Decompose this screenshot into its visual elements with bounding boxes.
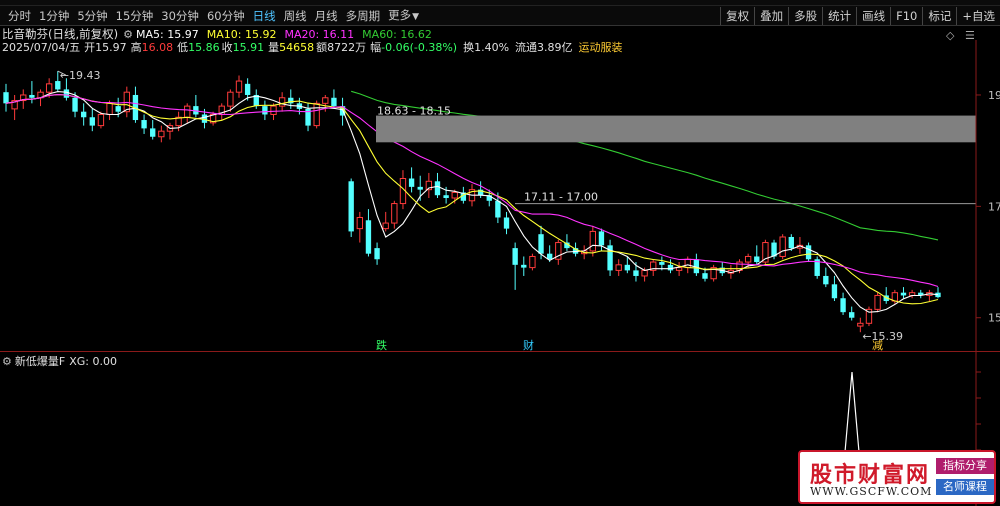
candle-body <box>244 83 251 95</box>
candle-body <box>227 91 234 107</box>
candle-body <box>72 97 78 112</box>
candle-body <box>365 220 372 254</box>
candle-body <box>788 236 794 249</box>
candle-body <box>184 105 191 118</box>
candle-body <box>823 275 829 285</box>
candle-body <box>80 111 87 118</box>
resistance-box <box>376 115 976 143</box>
candle-body <box>374 248 380 260</box>
indicator-value: XG: 0.00 <box>69 354 117 368</box>
logo-tag-course: 名师课程 <box>936 479 994 495</box>
price-tick-label: 17 <box>988 200 1000 213</box>
price-axis-layer: 19 17 15 <box>975 40 1000 506</box>
candle-body <box>278 97 286 107</box>
candle-body <box>97 113 105 127</box>
event-mark-die: 跌 <box>376 338 387 352</box>
candle-body <box>150 128 156 137</box>
price-tick-label: 19 <box>988 89 1000 102</box>
candle-body <box>512 248 518 265</box>
candle-body <box>598 231 605 246</box>
candle-body <box>667 264 674 271</box>
watermark-logo: 股市财富网 WWW.GSCFW.COM 指标分享 名师课程 <box>798 450 996 504</box>
candle-body <box>443 195 449 198</box>
candle-body <box>633 270 639 276</box>
candle-body <box>322 97 329 104</box>
box1-label: 18.63 - 18.15 <box>377 105 451 118</box>
price-tick-label: 15 <box>988 312 1000 325</box>
candle-body <box>624 264 631 271</box>
candle-body <box>63 89 70 98</box>
candle-body <box>408 178 415 187</box>
indicator-label: 新低爆量F <box>14 355 66 368</box>
candle-body <box>270 105 277 115</box>
box2-label: 17.11 - 17.00 <box>524 191 598 204</box>
candle-body <box>158 130 165 138</box>
high-mark-label: ←19.43 <box>60 69 101 82</box>
candle-body <box>106 102 113 115</box>
candle-body <box>262 106 268 115</box>
candle-body <box>417 186 423 190</box>
candle-body <box>874 294 881 310</box>
pane-divider[interactable] <box>0 351 1000 352</box>
candles-layer <box>3 71 941 333</box>
indicator-title-bar: ⚙ 新低爆量F XG: 0.00 <box>2 354 117 369</box>
candle-body <box>840 298 846 313</box>
candle-body <box>45 83 53 93</box>
candle-body <box>3 92 9 104</box>
logo-tag-share: 指标分享 <box>936 458 994 474</box>
candle-body <box>495 200 501 218</box>
candle-body <box>356 216 363 230</box>
candle-body <box>754 256 760 263</box>
candle-body <box>857 322 864 327</box>
candle-body <box>451 191 458 199</box>
indicator-chart-layer <box>844 371 860 453</box>
candle-body <box>521 264 527 268</box>
candle-body <box>382 222 389 230</box>
candle-body <box>641 269 648 277</box>
indicator-settings-icon[interactable]: ⚙ <box>2 355 12 368</box>
candle-body <box>659 262 665 265</box>
candle-body <box>529 255 536 269</box>
candle-body <box>391 203 398 224</box>
candle-body <box>434 181 441 196</box>
candle-body <box>29 94 35 98</box>
candle-body <box>684 258 691 269</box>
candle-body <box>900 292 907 296</box>
candle-body <box>141 120 147 129</box>
candle-body <box>675 267 683 271</box>
kline-chart[interactable]: ←19.4318.63 - 18.1517.11 - 17.00←15.39跌财… <box>0 0 1000 506</box>
candle-body <box>538 234 544 254</box>
candle-body <box>331 97 337 107</box>
candle-body <box>615 264 622 271</box>
candle-body <box>831 284 838 299</box>
indicator-spike <box>844 371 860 453</box>
candle-body <box>805 245 812 260</box>
logo-url: WWW.GSCFW.COM <box>810 485 933 498</box>
candle-body <box>235 80 243 93</box>
candle-body <box>201 114 208 123</box>
candle-body <box>849 312 855 318</box>
candle-body <box>744 255 752 263</box>
event-mark-cai: 财 <box>523 338 534 352</box>
candle-body <box>55 81 61 90</box>
candle-body <box>702 273 708 279</box>
candle-body <box>115 106 121 112</box>
candle-body <box>313 102 320 127</box>
candle-body <box>89 117 95 126</box>
candle-body <box>589 230 596 252</box>
candle-body <box>503 217 510 229</box>
candle-body <box>348 181 354 232</box>
candle-body <box>779 236 786 257</box>
